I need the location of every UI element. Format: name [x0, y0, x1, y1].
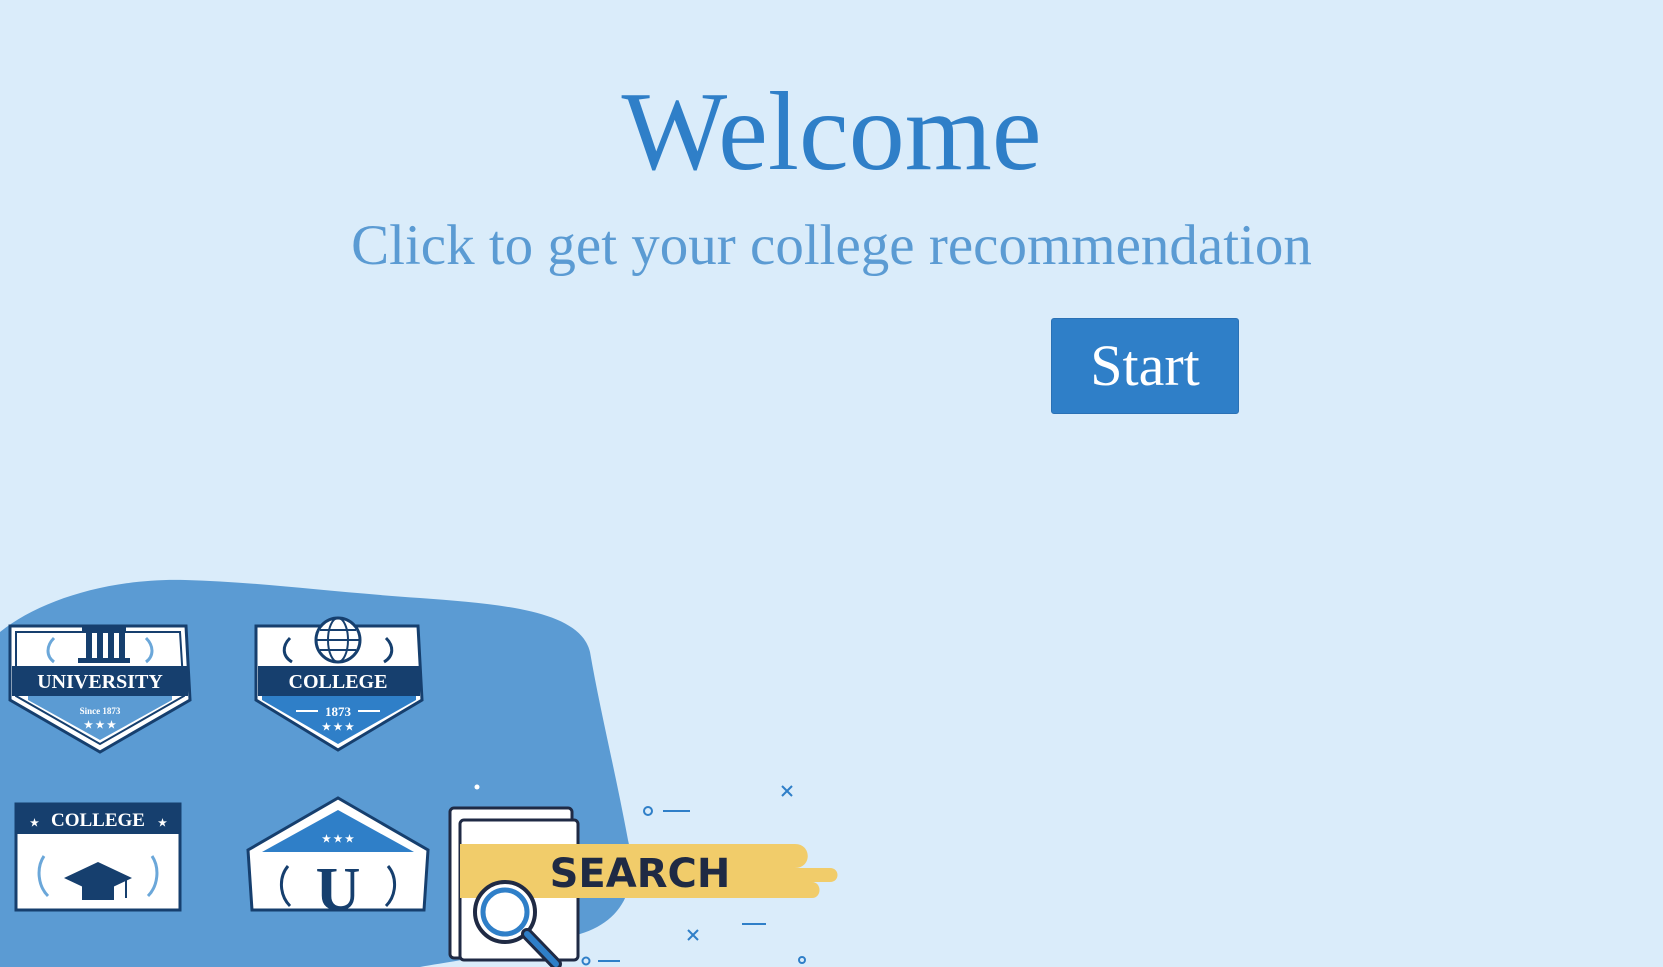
- university-badge-label: UNIVERSITY: [37, 671, 163, 693]
- page-subtitle: Click to get your college recommendation: [351, 214, 1312, 277]
- u-shield-badge-letter: U: [316, 856, 361, 924]
- college-globe-badge-label: COLLEGE: [289, 671, 388, 693]
- university-stars: ★ ★ ★: [84, 720, 116, 731]
- search-banner: SEARCH: [448, 806, 838, 967]
- page-title: Welcome: [621, 70, 1042, 194]
- college-cap-badge-label: COLLEGE: [51, 810, 145, 831]
- college-globe-badge-year: 1873: [325, 704, 352, 719]
- college-cap-star-right: ★: [158, 818, 167, 829]
- star-icon: ★ ★ ★: [322, 834, 354, 845]
- welcome-page: Welcome Click to get your college recomm…: [0, 0, 1663, 967]
- search-banner-label: SEARCH: [550, 851, 731, 897]
- college-cap-star-left: ★: [30, 818, 39, 829]
- start-button[interactable]: Start: [1051, 318, 1239, 414]
- college-search-illustration: UNIVERSITY Since 1873 ★ ★ ★ COLLEGE 1873…: [0, 560, 860, 967]
- college-globe-stars: ★ ★ ★: [322, 722, 354, 733]
- university-badge-since: Since 1873: [80, 706, 121, 716]
- globe-icon: [314, 616, 362, 664]
- college-cap-badge: COLLEGE ★ ★: [14, 802, 182, 912]
